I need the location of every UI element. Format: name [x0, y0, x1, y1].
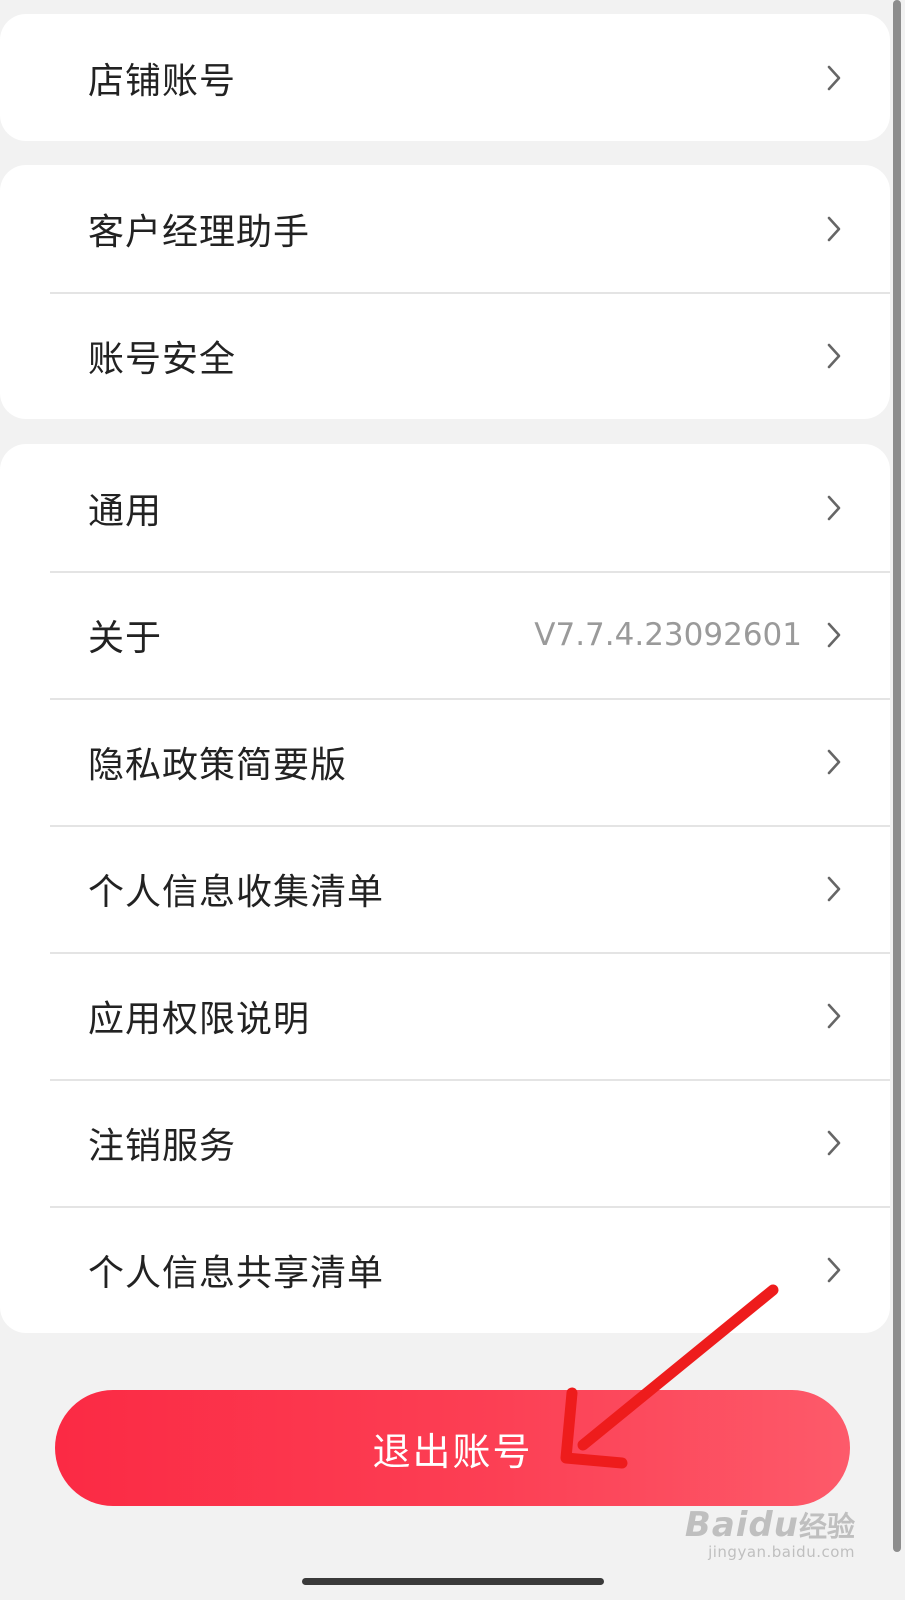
chevron-right-icon: [827, 749, 841, 774]
chevron-right-icon: [827, 876, 841, 901]
settings-row-personal-info-collection[interactable]: 个人信息收集清单: [0, 825, 890, 952]
settings-row-app-permissions[interactable]: 应用权限说明: [0, 952, 890, 1079]
settings-row-account-security[interactable]: 账号安全: [0, 292, 890, 419]
settings-row-privacy-policy-summary[interactable]: 隐私政策简要版: [0, 698, 890, 825]
watermark-brand-cn: 经验: [798, 1510, 855, 1543]
settings-row-about[interactable]: 关于 V7.7.4.23092601: [0, 571, 890, 698]
row-label: 注销服务: [88, 1125, 237, 1167]
settings-group-assistant-security: 客户经理助手 账号安全: [0, 165, 890, 419]
row-label: 个人信息共享清单: [88, 1252, 385, 1294]
settings-row-store-account[interactable]: 店铺账号: [0, 14, 890, 141]
row-label: 店铺账号: [88, 60, 237, 102]
row-label: 个人信息收集清单: [88, 871, 385, 913]
row-label: 隐私政策简要版: [88, 744, 348, 786]
row-label: 客户经理助手: [88, 211, 311, 253]
logout-button[interactable]: 退出账号: [55, 1390, 850, 1506]
logout-button-label: 退出账号: [372, 1429, 533, 1474]
settings-group-account: 店铺账号: [0, 14, 890, 141]
row-label: 应用权限说明: [88, 998, 311, 1040]
settings-group-general: 通用 关于 V7.7.4.23092601 隐私政策简要版 个人信息收集清单 应…: [0, 444, 890, 1333]
settings-row-personal-info-sharing[interactable]: 个人信息共享清单: [0, 1206, 890, 1333]
scrollbar[interactable]: [893, 0, 901, 1552]
chevron-right-icon: [827, 1257, 841, 1282]
settings-row-account-manager-assistant[interactable]: 客户经理助手: [0, 165, 890, 292]
chevron-right-icon: [827, 495, 841, 520]
watermark-brand: Baidu: [684, 1505, 799, 1545]
chevron-right-icon: [827, 1130, 841, 1155]
baidu-jingyan-watermark: Baidu经验 jingyan.baidu.com: [685, 1505, 855, 1561]
chevron-right-icon: [827, 622, 841, 647]
chevron-right-icon: [827, 65, 841, 90]
row-label: 账号安全: [88, 338, 237, 380]
chevron-right-icon: [827, 343, 841, 368]
watermark-url: jingyan.baidu.com: [708, 1543, 855, 1561]
row-label: 通用: [88, 490, 163, 532]
settings-row-general[interactable]: 通用: [0, 444, 890, 571]
home-indicator[interactable]: [302, 1578, 604, 1585]
chevron-right-icon: [827, 216, 841, 241]
row-label: 关于: [88, 617, 163, 659]
chevron-right-icon: [827, 1003, 841, 1028]
settings-row-deactivate-service[interactable]: 注销服务: [0, 1079, 890, 1206]
app-version-value: V7.7.4.23092601: [534, 616, 802, 653]
